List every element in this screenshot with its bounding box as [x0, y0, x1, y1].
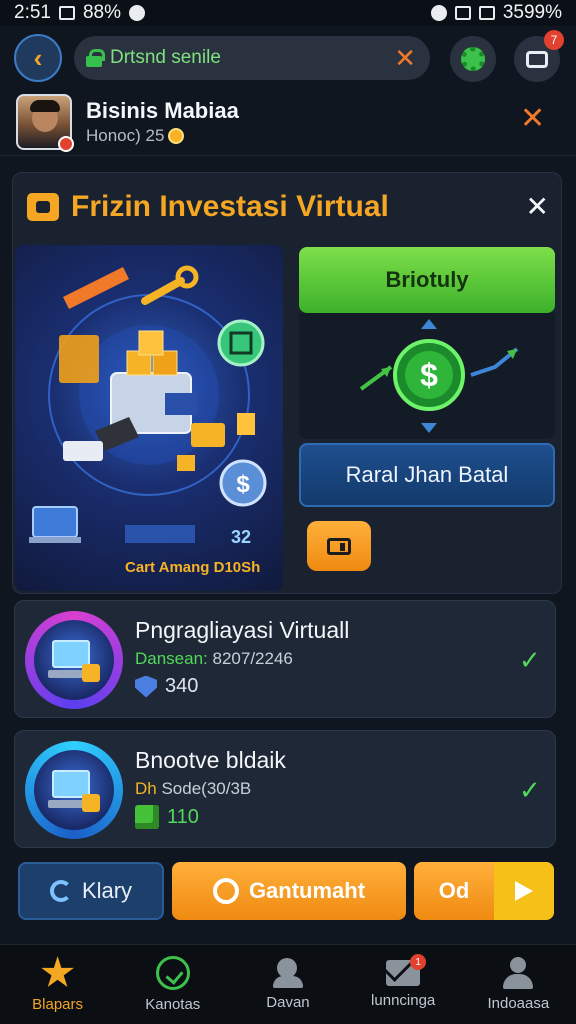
avatar-badge — [58, 136, 74, 152]
check-circle-icon — [155, 956, 190, 990]
item-sub-label: Dh — [135, 779, 157, 798]
coin-icon — [168, 128, 185, 144]
status-bar: 2:51 88% 3599% — [0, 0, 576, 26]
battery-icon — [478, 6, 495, 20]
hero-illustration[interactable]: $ 32 Cart Amang D10Sh — [15, 245, 283, 591]
shield-icon — [135, 675, 157, 698]
item-sub-value: Sode(30/3B — [161, 779, 252, 798]
camera-icon — [526, 50, 548, 68]
profile-subtitle-text: Honoc) 25 — [86, 126, 165, 145]
close-profile-button[interactable]: ✕ — [520, 104, 545, 134]
chevron-left-icon: ‹ — [33, 42, 43, 73]
battery-text: 3599% — [502, 2, 562, 23]
bottom-nav: Blapars Kanotas Davan 1 lunncinga Indoaa… — [0, 944, 576, 1024]
item-sub-value: 8207/2246 — [212, 649, 293, 668]
nav-label: Blapars — [32, 996, 84, 1013]
lock-icon — [86, 49, 105, 67]
check-icon: ✓ — [519, 645, 541, 675]
battery-small-text: 88% — [82, 2, 122, 23]
camera-badge: 7 — [544, 30, 564, 50]
wallet-button[interactable] — [307, 521, 371, 571]
nav-label: Kanotas — [145, 996, 201, 1013]
item-subtitle: Dansean: 8207/2246 — [135, 649, 293, 669]
nav-item-messages[interactable]: 1 lunncinga — [348, 954, 458, 1009]
item-meta: 110 — [135, 805, 199, 829]
notification-icon — [58, 6, 75, 20]
action-bar: Klary Gantumaht Od — [0, 862, 576, 922]
main-action-button[interactable]: Gantumaht — [172, 862, 406, 920]
arrow-right-icon — [515, 881, 533, 901]
nav-label: Indoaasa — [487, 995, 550, 1012]
secondary-blue-button[interactable]: Raral Jhan Batal — [299, 443, 555, 507]
primary-green-button[interactable]: Briotuly — [299, 247, 555, 313]
item-subtitle: Dh Sode(30/3B — [135, 779, 251, 799]
nav-item-tasks[interactable]: Kanotas — [118, 956, 228, 1013]
cube-icon — [135, 805, 159, 829]
nav-badge: 1 — [410, 954, 427, 970]
growth-graphic: $ — [359, 319, 519, 433]
item-meta: 340 — [135, 675, 198, 698]
nav-label: lunncinga — [371, 992, 436, 1009]
investment-panel: Frizin Investasi Virtual ✕ $ 32 Cart Ama… — [12, 172, 562, 594]
item-title: Pngragliayasi Virtuall — [135, 617, 350, 643]
item-title: Bnootve bldaik — [135, 747, 286, 773]
refresh-button[interactable]: Klary — [18, 862, 164, 920]
arrow-right-area — [494, 862, 554, 920]
nav-label: Davan — [266, 994, 310, 1011]
refresh-icon — [49, 880, 72, 902]
next-label: Od — [438, 878, 470, 903]
people-icon — [271, 958, 305, 988]
clear-url-button[interactable]: ✕ — [394, 45, 416, 71]
top-bar: ‹ Drtsnd senile ✕ 7 — [0, 30, 576, 86]
hero-caption: Cart Amang D10Sh — [125, 559, 261, 576]
profile-subtitle: Honoc) 25 — [86, 126, 185, 146]
item-thumbnail — [25, 611, 123, 709]
profile-name: Bisinis Mabiaa — [86, 98, 239, 123]
item-value: 340 — [165, 675, 199, 697]
nav-item-community[interactable]: Davan — [233, 958, 343, 1011]
svg-text:$: $ — [420, 357, 438, 393]
shield-status-icon — [129, 5, 146, 21]
list-item[interactable]: Bnootve bldaik Dh Sode(30/3B 110 ✓ — [14, 730, 556, 848]
panel-header: Frizin Investasi Virtual ✕ — [27, 185, 549, 229]
alarm-icon — [430, 5, 447, 21]
gear-icon — [461, 47, 485, 71]
star-icon — [41, 956, 74, 987]
person-icon — [503, 957, 534, 989]
item-value: 110 — [167, 805, 199, 828]
growth-chart: $ — [299, 313, 555, 439]
list-item[interactable]: Pngragliayasi Virtuall Dansean: 8207/224… — [14, 600, 556, 718]
refresh-label: Klary — [81, 878, 133, 903]
hero-stat: 32 — [231, 527, 252, 547]
camera-button[interactable]: 7 — [514, 30, 564, 82]
close-panel-button[interactable]: ✕ — [526, 193, 549, 221]
main-action-label: Gantumaht — [248, 878, 366, 903]
svg-text:$: $ — [236, 471, 250, 498]
clock: 2:51 — [14, 2, 51, 23]
url-text: Drtsnd senile — [110, 47, 221, 68]
back-button[interactable]: ‹ — [14, 34, 62, 82]
item-sub-label: Dansean: — [135, 649, 208, 668]
item-thumbnail — [25, 741, 123, 839]
next-button[interactable]: Od — [414, 862, 554, 920]
briefcase-icon — [27, 193, 59, 221]
ring-icon — [212, 878, 239, 904]
check-icon: ✓ — [519, 775, 541, 805]
settings-button[interactable] — [450, 36, 496, 82]
nav-item-profile[interactable]: Indoaasa — [463, 957, 573, 1012]
panel-title: Frizin Investasi Virtual — [71, 190, 389, 223]
wifi-icon — [454, 6, 471, 20]
wallet-icon — [327, 537, 351, 555]
address-bar[interactable]: Drtsnd senile ✕ — [74, 36, 430, 80]
nav-item-home[interactable]: Blapars — [3, 956, 113, 1013]
profile-row: Bisinis Mabiaa Honoc) 25 ✕ — [0, 90, 576, 156]
